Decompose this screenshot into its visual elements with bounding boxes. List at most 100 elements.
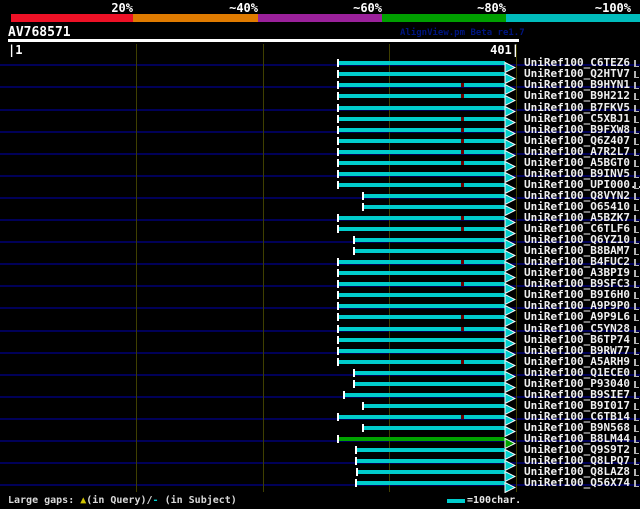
row-end-mark [634, 215, 639, 222]
hit-start-tick [355, 446, 357, 455]
row-end-mark [634, 391, 639, 399]
hit-bar [353, 381, 505, 386]
hit-start-tick [362, 191, 364, 200]
hit-start-tick [337, 158, 339, 167]
row-end-mark [634, 203, 639, 211]
hit-bar [362, 204, 505, 209]
hit-bar [355, 481, 505, 486]
hit-bar [337, 182, 505, 187]
hit-bar [343, 392, 505, 397]
gaps-legend: Large gaps: ▲(in Query)/- (in Subject) [8, 495, 237, 506]
hit-start-tick [356, 468, 358, 477]
hit-start-tick [337, 81, 339, 90]
gaps-legend-subject: (in Subject) [158, 495, 237, 506]
gap-mark-icon [461, 94, 464, 99]
scale-segment-seg-100 [506, 14, 640, 22]
row-end-mark [634, 170, 639, 178]
hit-bar [337, 227, 505, 232]
query-name: AV768571 [8, 25, 71, 40]
hit-start-tick [337, 258, 339, 267]
grid-vline [136, 44, 137, 492]
scale-segment-seg-60 [258, 14, 382, 22]
gaps-legend-prefix: Large gaps: [8, 495, 81, 506]
hit-bar [337, 271, 505, 276]
gap-mark-icon [461, 116, 464, 121]
gap-mark-icon [461, 83, 464, 88]
hit-bar [337, 138, 505, 143]
gaps-legend-query: (in Query)/ [86, 495, 153, 506]
row-end-mark [634, 436, 639, 443]
row-end-mark [634, 137, 639, 145]
hit-bar [356, 470, 505, 475]
row-end-mark [634, 71, 639, 79]
gap-mark-icon [461, 138, 464, 143]
hit-bar [362, 193, 505, 198]
hit-bar [362, 425, 505, 430]
hit-start-tick [337, 114, 339, 123]
hit-start-tick [353, 368, 355, 377]
hit-start-tick [337, 412, 339, 421]
row-end-mark [634, 458, 639, 466]
hit-start-tick [337, 335, 339, 344]
hit-bar [353, 238, 505, 243]
scale-segment-seg-80 [382, 14, 506, 22]
gap-mark-icon [461, 216, 464, 220]
row-end-mark [634, 402, 639, 410]
hit-bar [355, 459, 505, 464]
row-end-mark [634, 270, 639, 278]
row-end-mark [634, 292, 639, 300]
scale-label: ~80% [477, 1, 506, 15]
hit-start-tick [337, 214, 339, 222]
hit-start-tick [337, 357, 339, 366]
hit-start-tick [337, 225, 339, 234]
alignview-screen: AV768571 AlignView.pm Beta re1.7 |1 401|… [0, 0, 640, 509]
row-end-mark [634, 159, 639, 167]
row-end-mark [634, 369, 639, 377]
scale-segment-seg-40 [133, 14, 258, 22]
hit-start-tick [337, 269, 339, 278]
hit-start-tick [362, 423, 364, 432]
gap-mark-icon [461, 227, 464, 232]
hit-bar [337, 127, 505, 132]
row-end-mark [634, 380, 639, 388]
hit-bar [355, 448, 505, 453]
hit-arrowhead-icon [504, 478, 517, 497]
row-end-mark [634, 226, 639, 234]
hit-bar [337, 171, 505, 176]
hit-bar [362, 403, 505, 408]
hit-bar [337, 304, 505, 309]
hit-start-tick [337, 59, 339, 68]
gap-mark-icon [461, 326, 464, 331]
grid-vline [263, 44, 264, 492]
hit-start-tick [337, 70, 339, 79]
row-end-mark [634, 181, 639, 189]
hit-bar [337, 160, 505, 165]
hit-start-tick [337, 136, 339, 145]
hit-bar [337, 83, 505, 88]
row-end-mark [634, 480, 639, 488]
hit-start-tick [337, 313, 339, 322]
scale-label: ~40% [229, 1, 258, 15]
grid-vline [389, 44, 390, 492]
hit-bar [337, 326, 505, 331]
gap-mark-icon [461, 260, 464, 265]
row-end-mark [634, 192, 639, 200]
row-end-mark [634, 336, 639, 344]
hit-bar [337, 337, 505, 342]
row-end-mark [634, 259, 639, 267]
query-ruler-bar [8, 39, 519, 42]
row-end-mark [634, 424, 639, 432]
row-end-mark [634, 413, 639, 421]
row-end-mark [634, 314, 639, 322]
hit-label[interactable]: UniRef100_Q56X74 [524, 477, 630, 489]
hit-bar [337, 348, 505, 353]
hit-start-tick [337, 147, 339, 156]
gap-mark-icon [461, 160, 464, 165]
scale-segment-seg-20 [11, 14, 133, 22]
hit-start-tick [337, 435, 339, 443]
hit-start-tick [362, 202, 364, 211]
scale-dash-icon [447, 499, 465, 503]
scale-label: ~100% [594, 1, 631, 15]
hit-bar [337, 282, 505, 287]
hit-start-tick [337, 291, 339, 300]
